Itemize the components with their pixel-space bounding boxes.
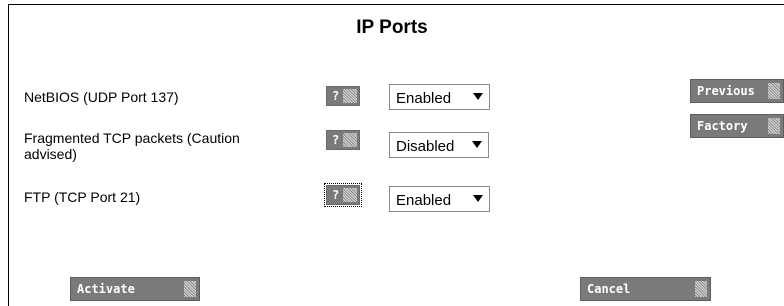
activate-button-label: Activate	[77, 282, 135, 296]
previous-button[interactable]: Previous	[690, 79, 784, 103]
fragmented-tcp-select[interactable]: Disabled	[389, 132, 489, 158]
chevron-down-icon	[473, 195, 483, 202]
activate-button[interactable]: Activate	[70, 277, 200, 301]
button-texture	[184, 281, 196, 297]
factory-button[interactable]: Factory	[690, 114, 784, 138]
ftp-help-button[interactable]: ?	[324, 183, 362, 207]
button-texture	[343, 188, 357, 202]
button-texture	[695, 281, 707, 297]
fragmented-tcp-select-value: Disabled	[396, 138, 455, 155]
chevron-down-icon	[473, 93, 483, 100]
button-texture	[768, 83, 780, 99]
help-icon: ?	[332, 133, 340, 147]
factory-button-label: Factory	[697, 119, 748, 133]
netbios-select[interactable]: Enabled	[389, 84, 490, 110]
button-texture	[343, 89, 357, 103]
netbios-label: NetBIOS (UDP Port 137)	[24, 89, 179, 105]
help-icon: ?	[332, 188, 340, 202]
cancel-button-label: Cancel	[587, 282, 631, 296]
chevron-down-icon	[472, 141, 482, 148]
page-title: IP Ports	[356, 17, 428, 38]
ftp-label: FTP (TCP Port 21)	[24, 189, 141, 205]
button-texture	[343, 133, 357, 147]
ftp-select-value: Enabled	[396, 192, 452, 209]
help-icon: ?	[332, 89, 340, 103]
previous-button-label: Previous	[697, 84, 755, 98]
cancel-button[interactable]: Cancel	[580, 277, 711, 301]
button-texture	[768, 118, 780, 134]
ftp-select[interactable]: Enabled	[389, 186, 490, 212]
netbios-select-value: Enabled	[396, 90, 452, 107]
netbios-help-button[interactable]: ?	[326, 86, 360, 106]
fragmented-tcp-help-button[interactable]: ?	[326, 130, 360, 150]
fragmented-tcp-label: Fragmented TCP packets (Caution advised)	[24, 130, 240, 162]
